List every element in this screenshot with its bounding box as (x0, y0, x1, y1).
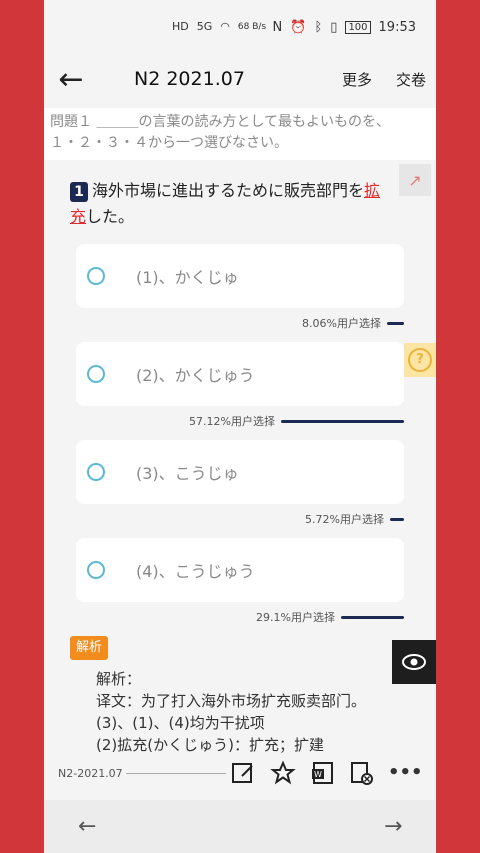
delete-note-icon[interactable] (348, 760, 374, 786)
more-button[interactable]: 更多 (342, 69, 372, 90)
option-3[interactable]: (3)、こうじゅ (76, 440, 404, 504)
wifi-icon: ◠ (220, 20, 230, 33)
bluetooth-icon: ᛒ (314, 20, 323, 35)
option-label: (3)、こうじゅ (136, 464, 239, 483)
top-bar: ← N2 2021.07 更多 交卷 (44, 52, 436, 108)
stat-label: 57.12%用户选择 (189, 415, 275, 428)
question-underline-1: 拡 (364, 181, 381, 200)
analysis-line-1: 译文：为了打入海外市场扩充贩卖部门。 (96, 692, 367, 710)
back-arrow-icon: ← (58, 61, 84, 97)
radio-icon (87, 267, 105, 285)
hd-indicator: HD (172, 20, 189, 33)
stat-bar (387, 321, 404, 325)
analysis-tag: 解析 (70, 636, 108, 660)
help-button[interactable]: ? (404, 343, 436, 377)
analysis-heading: 解析： (96, 670, 142, 688)
radio-icon (87, 365, 105, 383)
eye-icon (402, 654, 426, 670)
option-4-stat: 29.1%用户选择 (256, 610, 404, 624)
word-export-icon[interactable]: W (310, 760, 336, 786)
battery-indicator: 100 (345, 21, 371, 34)
question-part-2: した。 (86, 207, 135, 226)
next-button[interactable]: → (384, 814, 402, 839)
stat-bar (390, 517, 404, 521)
status-right: N ⏰ ᛒ ▯ 100 19:53 (273, 20, 416, 35)
option-label: (2)、かくじゅう (136, 366, 255, 385)
question-number: 1 (70, 182, 88, 202)
status-bar: HD 5G ◠ 68 B/s N ⏰ ᛒ ▯ 100 19:53 (44, 0, 436, 52)
clock: 19:53 (378, 20, 416, 35)
option-3-stat: 5.72%用户选择 (305, 512, 404, 526)
option-2[interactable]: (2)、かくじゅう (76, 342, 404, 406)
option-label: (4)、こうじゅう (136, 562, 255, 581)
option-1[interactable]: (1)、かくじゅ (76, 244, 404, 308)
instruction-box: 問題１ ＿＿＿の言葉の読み方として最もよいものを、 １・２・３・４から一つ選びな… (44, 108, 436, 160)
footer-label: N2-2021.07 (58, 767, 123, 780)
net-speed: 68 B/s (237, 21, 267, 32)
option-2-stat: 57.12%用户选择 (189, 414, 404, 428)
analysis-line-2: (3)、(1)、(4)均为干扰项 (96, 714, 265, 732)
status-left: HD 5G ◠ 68 B/s (172, 20, 266, 33)
svg-text:W: W (314, 770, 322, 779)
option-1-stat: 8.06%用户选择 (302, 316, 404, 330)
bottom-nav: ← → (44, 800, 436, 853)
stat-bar (281, 419, 404, 423)
footer-divider (126, 773, 226, 774)
instruction-line-2: １・２・３・４から一つ選びなさい。 (50, 135, 288, 151)
question-part-1: 海外市場に進出するために販売部門を (92, 181, 365, 200)
instruction-line-1: 問題１ ＿＿＿の言葉の読み方として最もよいものを、 (50, 114, 391, 130)
stat-bar (341, 615, 404, 619)
edit-note-icon[interactable] (230, 760, 256, 786)
question-underline-2: 充 (70, 207, 87, 226)
radio-icon (87, 561, 105, 579)
submit-button[interactable]: 交卷 (396, 69, 426, 90)
stat-label: 5.72%用户选择 (305, 513, 384, 526)
question-text: 1 海外市場に進出するために販売部門を拡充した。 (70, 178, 420, 230)
stat-label: 29.1%用户选择 (256, 611, 335, 624)
footer-toolbar: N2-2021.07 W ••• (44, 752, 436, 794)
eye-toggle-button[interactable] (392, 640, 436, 684)
back-button[interactable]: ← (54, 61, 88, 97)
radio-icon (87, 463, 105, 481)
more-dots-icon[interactable]: ••• (388, 760, 423, 786)
option-4[interactable]: (4)、こうじゅう (76, 538, 404, 602)
signal-indicator: 5G (196, 20, 213, 33)
alarm-icon: ⏰ (290, 20, 307, 35)
analysis-content: 解析： 译文：为了打入海外市场扩充贩卖部门。 (3)、(1)、(4)均为干扰项 … (96, 668, 396, 756)
prev-button[interactable]: ← (78, 814, 96, 839)
star-icon[interactable] (270, 760, 296, 786)
page-title: N2 2021.07 (134, 68, 245, 90)
phone-screen: HD 5G ◠ 68 B/s N ⏰ ᛒ ▯ 100 19:53 ← N2 20… (44, 0, 436, 853)
nfc-icon: N (272, 20, 283, 35)
vibrate-icon: ▯ (330, 20, 338, 35)
option-label: (1)、かくじゅ (136, 268, 239, 287)
help-icon: ? (408, 348, 432, 372)
stat-label: 8.06%用户选择 (302, 317, 381, 330)
